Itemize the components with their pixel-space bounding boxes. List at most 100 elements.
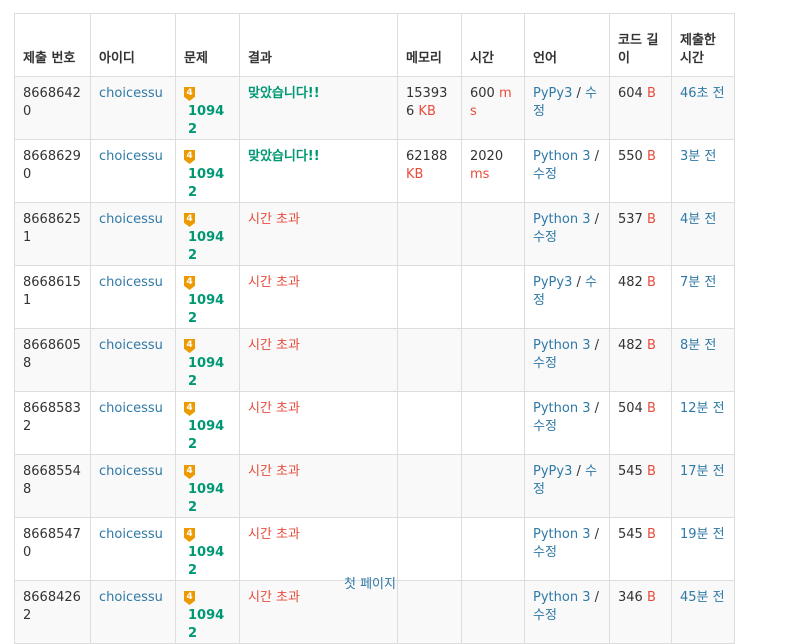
user-cell: choicessu (90, 517, 176, 581)
language-separator: / (590, 527, 599, 542)
language-link[interactable]: Python 3 (533, 338, 590, 353)
user-link[interactable]: choicessu (99, 149, 163, 164)
submitted-at-cell: 19분 전 (671, 517, 735, 581)
problem-link[interactable]: 10942 (188, 481, 231, 517)
edit-link[interactable]: 수정 (533, 230, 557, 245)
problem-link[interactable]: 10942 (188, 103, 231, 139)
result-status: 맞았습니다!! (248, 149, 320, 164)
submission-id: 86686420 (23, 86, 81, 119)
memory-cell (397, 517, 462, 581)
user-link[interactable]: choicessu (99, 527, 163, 542)
submission-id-cell: 86686058 (14, 328, 91, 392)
user-link[interactable]: choicessu (99, 212, 163, 227)
problem-link[interactable]: 10942 (188, 229, 231, 265)
result-cell: 시간 초과 (239, 454, 398, 518)
code-length-unit: B (646, 338, 656, 353)
header-memory: 메모리 (397, 13, 462, 77)
time-cell (461, 202, 525, 266)
tier-badge-icon: 4 (184, 150, 195, 164)
problem-link[interactable]: 10942 (188, 544, 231, 580)
time-cell (461, 517, 525, 581)
table-body: 86686420 choicessu 4 10942 맞았습니다!! 153936 KB 6… (14, 76, 735, 644)
submitted-at-link[interactable]: 7분 전 (680, 275, 716, 290)
language-separator: / (572, 464, 585, 479)
user-cell: choicessu (90, 265, 176, 329)
language-link[interactable]: PyPy3 (533, 86, 572, 101)
submission-id: 86685470 (23, 527, 81, 560)
code-length-unit: B (646, 86, 656, 101)
submitted-at-link[interactable]: 46초 전 (680, 86, 725, 101)
user-cell: choicessu (90, 202, 176, 266)
submission-id-cell: 86685548 (14, 454, 91, 518)
language-cell: Python 3 / 수정 (524, 202, 610, 266)
result-cell: 시간 초과 (239, 265, 398, 329)
time-cell (461, 454, 525, 518)
time-cell: 600 ms (461, 76, 525, 140)
first-page-link[interactable]: 첫 페이지 (344, 577, 396, 592)
memory-unit: KB (418, 104, 436, 119)
memory-cell (397, 454, 462, 518)
problem-link[interactable]: 10942 (188, 418, 231, 454)
submitted-at-cell: 4분 전 (671, 202, 735, 266)
result-cell: 시간 초과 (239, 517, 398, 581)
language-cell: PyPy3 / 수정 (524, 454, 610, 518)
code-length-value: 545 (618, 464, 643, 479)
tier-badge-icon: 4 (184, 339, 195, 353)
edit-link[interactable]: 수정 (533, 356, 557, 371)
language-link[interactable]: Python 3 (533, 527, 590, 542)
language-separator: / (590, 212, 599, 227)
code-length-cell: 550 B (609, 139, 672, 203)
edit-link[interactable]: 수정 (533, 545, 557, 560)
code-length-value: 482 (618, 275, 643, 290)
code-length-unit: B (646, 464, 656, 479)
edit-link[interactable]: 수정 (533, 167, 557, 182)
user-link[interactable]: choicessu (99, 464, 163, 479)
time-cell (461, 328, 525, 392)
submission-id-cell: 86686420 (14, 76, 91, 140)
tier-badge-icon: 4 (184, 276, 195, 290)
time-value: 2020 (470, 149, 504, 164)
result-status: 맞았습니다!! (248, 86, 320, 101)
submitted-at-link[interactable]: 12분 전 (680, 401, 725, 416)
language-link[interactable]: Python 3 (533, 212, 590, 227)
result-cell: 시간 초과 (239, 202, 398, 266)
language-cell: Python 3 / 수정 (524, 139, 610, 203)
code-length-cell: 604 B (609, 76, 672, 140)
problem-link[interactable]: 10942 (188, 607, 231, 643)
memory-cell: 153936 KB (397, 76, 462, 140)
submitted-at-link[interactable]: 3분 전 (680, 149, 716, 164)
problem-link[interactable]: 10942 (188, 292, 231, 328)
problem-link[interactable]: 10942 (188, 166, 231, 202)
submitted-at-link[interactable]: 4분 전 (680, 212, 716, 227)
table-header-row: 제출 번호 아이디 문제 결과 메모리 시간 언어 코드 길이 제출한 시간 (14, 13, 735, 77)
problem-cell: 4 10942 (175, 265, 240, 329)
user-link[interactable]: choicessu (99, 338, 163, 353)
language-link[interactable]: Python 3 (533, 401, 590, 416)
edit-link[interactable]: 수정 (533, 419, 557, 434)
result-cell: 맞았습니다!! (239, 76, 398, 140)
memory-cell: 62188 KB (397, 139, 462, 203)
problem-link[interactable]: 10942 (188, 355, 231, 391)
submitted-at-link[interactable]: 17분 전 (680, 464, 725, 479)
language-link[interactable]: PyPy3 (533, 464, 572, 479)
code-length-cell: 504 B (609, 391, 672, 455)
code-length-cell: 537 B (609, 202, 672, 266)
language-separator: / (572, 275, 585, 290)
user-link[interactable]: choicessu (99, 401, 163, 416)
submitted-at-link[interactable]: 8분 전 (680, 338, 716, 353)
edit-link[interactable]: 수정 (533, 608, 557, 623)
language-separator: / (590, 338, 599, 353)
code-length-cell: 482 B (609, 328, 672, 392)
problem-cell: 4 10942 (175, 202, 240, 266)
problem-cell: 4 10942 (175, 76, 240, 140)
problem-cell: 4 10942 (175, 517, 240, 581)
submitted-at-link[interactable]: 19분 전 (680, 527, 725, 542)
memory-cell (397, 202, 462, 266)
code-length-value: 550 (618, 149, 643, 164)
time-value: 600 (470, 86, 495, 101)
language-link[interactable]: Python 3 (533, 149, 590, 164)
user-cell: choicessu (90, 454, 176, 518)
user-link[interactable]: choicessu (99, 86, 163, 101)
language-link[interactable]: PyPy3 (533, 275, 572, 290)
user-link[interactable]: choicessu (99, 275, 163, 290)
